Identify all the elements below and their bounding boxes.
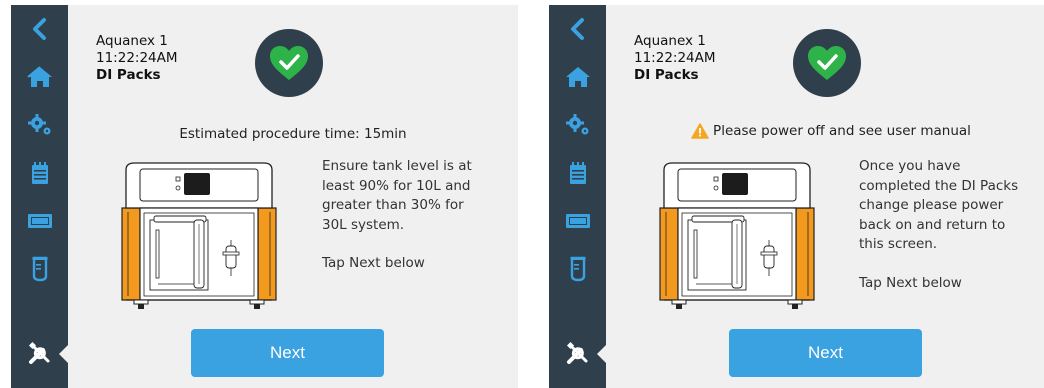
- display-button[interactable]: [549, 201, 606, 241]
- settings-button[interactable]: [549, 105, 606, 145]
- schedule-button[interactable]: [11, 153, 68, 193]
- schedule-button[interactable]: [549, 153, 606, 193]
- aquanex-device-illustration: [659, 162, 815, 309]
- back-icon: [32, 18, 46, 40]
- instructions-body: Once you have completed the DI Packs cha…: [859, 158, 1019, 252]
- current-time: 11:22:24AM: [96, 50, 178, 66]
- calendar-icon: [31, 162, 48, 184]
- home-button[interactable]: [549, 57, 606, 97]
- warning-text: Please power off and see user manual: [713, 123, 971, 139]
- header-info: Aquanex 1 11:22:24AM DI Packs: [96, 33, 178, 84]
- sidebar: [11, 5, 68, 388]
- heart-check-icon: [270, 46, 308, 80]
- tap-hint: Tap Next below: [322, 255, 425, 271]
- instructions-text: Once you have completed the DI Packs cha…: [859, 157, 1029, 293]
- back-icon: [570, 18, 584, 40]
- display-icon: [565, 214, 590, 228]
- calendar-icon: [569, 162, 586, 184]
- current-time: 11:22:24AM: [634, 50, 716, 66]
- device-name: Aquanex 1: [634, 33, 706, 49]
- active-indicator: [597, 345, 606, 363]
- settings-button[interactable]: [11, 105, 68, 145]
- tools-icon: [566, 341, 587, 364]
- home-button[interactable]: [11, 57, 68, 97]
- tank-button[interactable]: [549, 249, 606, 289]
- screen-power-off: Aquanex 1 11:22:24AM DI Packs Please pow…: [549, 5, 1044, 388]
- back-button[interactable]: [549, 9, 606, 49]
- display-icon: [27, 214, 52, 228]
- next-button[interactable]: Next: [729, 329, 922, 377]
- sidebar: [549, 5, 606, 388]
- warning-notice: Please power off and see user manual: [606, 123, 1044, 139]
- status-badge: [255, 29, 323, 97]
- tank-button[interactable]: [11, 249, 68, 289]
- instructions-text: Ensure tank level is at least 90% for 10…: [322, 157, 492, 274]
- heart-check-icon: [808, 46, 846, 80]
- home-icon: [565, 67, 590, 87]
- estimated-time: Estimated procedure time: 15min: [179, 126, 407, 142]
- warning-icon: [691, 123, 709, 139]
- next-button[interactable]: Next: [191, 329, 384, 377]
- section-title: DI Packs: [96, 67, 161, 83]
- status-badge: [793, 29, 861, 97]
- tools-icon: [28, 341, 49, 364]
- tap-hint: Tap Next below: [859, 274, 962, 291]
- settings-gears-icon: [565, 114, 588, 135]
- back-button[interactable]: [11, 9, 68, 49]
- device-name: Aquanex 1: [96, 33, 168, 49]
- tank-icon: [570, 256, 585, 282]
- header-info: Aquanex 1 11:22:24AM DI Packs: [634, 33, 716, 84]
- screen-estimate: Aquanex 1 11:22:24AM DI Packs Estimated …: [11, 5, 518, 388]
- tank-icon: [32, 256, 47, 282]
- settings-gears-icon: [27, 114, 50, 135]
- instructions-body: Ensure tank level is at least 90% for 10…: [322, 158, 472, 233]
- aquanex-device-illustration: [121, 162, 277, 309]
- home-icon: [26, 66, 52, 87]
- display-button[interactable]: [11, 201, 68, 241]
- section-title: DI Packs: [634, 67, 699, 83]
- active-indicator: [59, 345, 68, 363]
